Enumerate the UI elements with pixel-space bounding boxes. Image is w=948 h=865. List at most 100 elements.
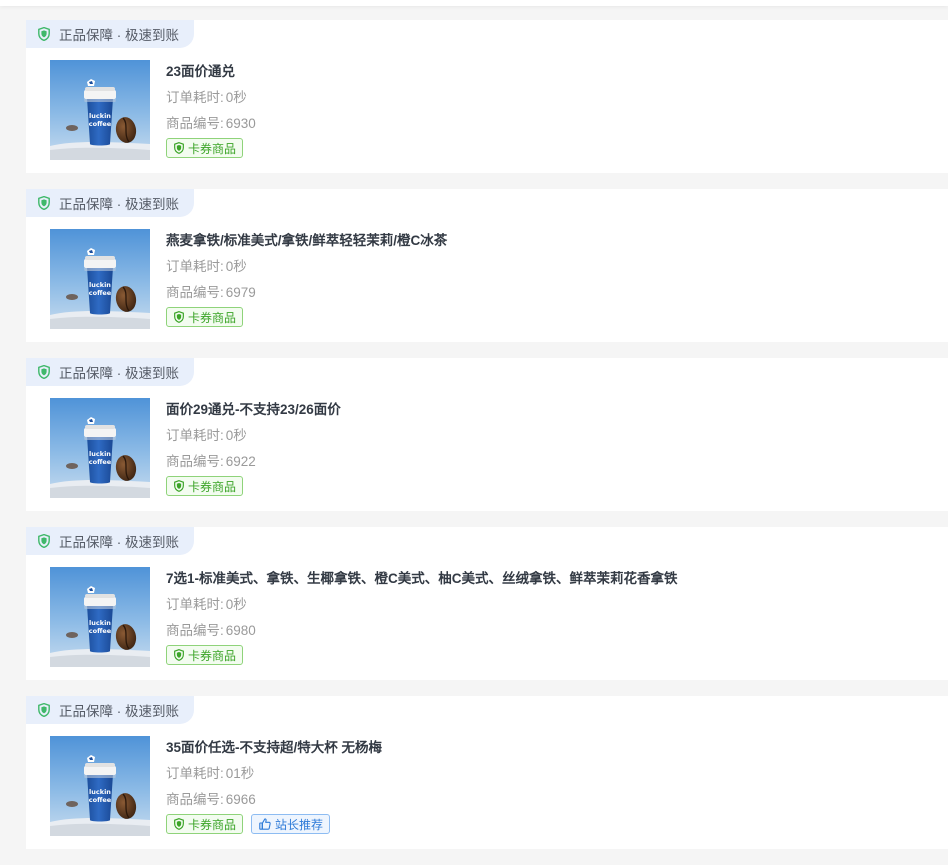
product-card[interactable]: 正品保障 · 极速到账 luckin coffee 面价29通兑-不支持23/26面价…: [26, 358, 948, 511]
product-info: 面价29通兑-不支持23/26面价 订单耗时: 0秒 商品编号: 6922 卡券商品: [166, 400, 928, 496]
product-id-row: 商品编号: 6922: [166, 452, 928, 472]
guarantee-tag-label: 正品保障 · 极速到账: [59, 535, 179, 550]
product-image[interactable]: luckin coffee: [50, 229, 150, 329]
svg-text:luckin: luckin: [89, 450, 111, 458]
order-time-label: 订单耗时:: [166, 90, 224, 105]
svg-text:coffee: coffee: [89, 289, 112, 297]
badge-row: 卡券商品 站长推荐: [166, 814, 928, 834]
badge-label: 卡券商品: [188, 648, 237, 663]
product-image[interactable]: luckin coffee: [50, 736, 150, 836]
product-id-row: 商品编号: 6979: [166, 283, 928, 303]
product-id-row: 商品编号: 6980: [166, 621, 928, 641]
order-time-row: 订单耗时: 01秒: [166, 764, 928, 784]
product-id-value: 6979: [225, 285, 256, 300]
product-card[interactable]: 正品保障 · 极速到账 luckin coffee 35面价任选-不支持超/特大杯 无…: [26, 696, 948, 849]
svg-text:coffee: coffee: [89, 458, 112, 466]
order-time-row: 订单耗时: 0秒: [166, 595, 928, 615]
product-title[interactable]: 23面价通兑: [166, 62, 928, 82]
product-title[interactable]: 面价29通兑-不支持23/26面价: [166, 400, 928, 420]
voucher-badge: 卡券商品: [166, 645, 244, 665]
svg-text:luckin: luckin: [89, 619, 111, 627]
product-id-row: 商品编号: 6966: [166, 790, 928, 810]
product-id-value: 6966: [225, 792, 256, 807]
recommend-badge: 站长推荐: [251, 814, 331, 834]
guarantee-tag-label: 正品保障 · 极速到账: [59, 366, 179, 381]
badge-label: 站长推荐: [275, 817, 324, 832]
product-info: 燕麦拿铁/标准美式/拿铁/鲜萃轻轻茉莉/橙C冰茶 订单耗时: 0秒 商品编号: 6979…: [166, 231, 928, 327]
product-id-label: 商品编号:: [166, 285, 224, 300]
order-time-row: 订单耗时: 0秒: [166, 257, 928, 277]
order-time-row: 订单耗时: 0秒: [166, 426, 928, 446]
badge-row: 卡券商品: [166, 476, 928, 496]
product-card[interactable]: 正品保障 · 极速到账 luckin coffee 燕麦拿铁/标准美式/拿铁/鲜萃轻轻…: [26, 189, 948, 342]
product-title[interactable]: 35面价任选-不支持超/特大杯 无杨梅: [166, 738, 928, 758]
product-image[interactable]: luckin coffee: [50, 60, 150, 160]
svg-text:luckin: luckin: [89, 788, 111, 796]
product-info: 7选1-标准美式、拿铁、生椰拿铁、橙C美式、柚C美式、丝绒拿铁、鲜萃茉莉花香拿铁…: [166, 569, 928, 665]
guarantee-tag-label: 正品保障 · 极速到账: [59, 197, 179, 212]
svg-text:luckin: luckin: [89, 281, 111, 289]
product-info: 35面价任选-不支持超/特大杯 无杨梅 订单耗时: 01秒 商品编号: 6966 卡券商品…: [166, 738, 928, 834]
product-id-label: 商品编号:: [166, 454, 224, 469]
badge-label: 卡券商品: [188, 479, 237, 494]
shield-icon: [38, 195, 50, 211]
shield-icon: [38, 702, 50, 718]
guarantee-tag: 正品保障 · 极速到账: [26, 20, 194, 48]
guarantee-tag-label: 正品保障 · 极速到账: [59, 28, 179, 43]
shield-icon: [174, 818, 188, 830]
shield-icon: [38, 364, 50, 380]
guarantee-tag: 正品保障 · 极速到账: [26, 358, 194, 386]
top-header-strip: [0, 0, 948, 6]
product-id-value: 6930: [225, 116, 256, 131]
product-id-label: 商品编号:: [166, 792, 224, 807]
order-time-label: 订单耗时:: [166, 766, 224, 781]
shield-icon: [174, 311, 188, 323]
svg-text:luckin: luckin: [89, 112, 111, 120]
product-title[interactable]: 7选1-标准美式、拿铁、生椰拿铁、橙C美式、柚C美式、丝绒拿铁、鲜萃茉莉花香拿铁: [166, 569, 928, 589]
shield-icon: [174, 480, 188, 492]
badge-label: 卡券商品: [188, 817, 237, 832]
product-image[interactable]: luckin coffee: [50, 567, 150, 667]
product-id-row: 商品编号: 6930: [166, 114, 928, 134]
guarantee-tag: 正品保障 · 极速到账: [26, 696, 194, 724]
badge-row: 卡券商品: [166, 138, 928, 158]
shield-icon: [38, 533, 50, 549]
shield-icon: [174, 142, 188, 154]
svg-text:coffee: coffee: [89, 796, 112, 804]
badge-row: 卡券商品: [166, 307, 928, 327]
guarantee-tag: 正品保障 · 极速到账: [26, 189, 194, 217]
order-time-label: 订单耗时:: [166, 259, 224, 274]
product-image[interactable]: luckin coffee: [50, 398, 150, 498]
product-card[interactable]: 正品保障 · 极速到账 luckin coffee 23面价通兑 订单耗时: 0秒 商品编号…: [26, 20, 948, 173]
order-time-label: 订单耗时:: [166, 428, 224, 443]
order-time-label: 订单耗时:: [166, 597, 224, 612]
badge-label: 卡券商品: [188, 310, 237, 325]
shield-icon: [38, 26, 50, 42]
order-time-value: 0秒: [225, 597, 247, 612]
order-time-value: 0秒: [225, 428, 247, 443]
badge-label: 卡券商品: [188, 141, 237, 156]
product-list: 正品保障 · 极速到账 luckin coffee 23面价通兑 订单耗时: 0秒 商品编号…: [26, 20, 948, 865]
svg-text:coffee: coffee: [89, 627, 112, 635]
svg-text:coffee: coffee: [89, 120, 112, 128]
product-id-label: 商品编号:: [166, 623, 224, 638]
product-card[interactable]: 正品保障 · 极速到账 luckin coffee 7选1-标准美式、拿铁、生椰拿铁、…: [26, 527, 948, 680]
badge-row: 卡券商品: [166, 645, 928, 665]
voucher-badge: 卡券商品: [166, 476, 244, 496]
guarantee-tag: 正品保障 · 极速到账: [26, 527, 194, 555]
shield-icon: [174, 649, 188, 661]
product-title[interactable]: 燕麦拿铁/标准美式/拿铁/鲜萃轻轻茉莉/橙C冰茶: [166, 231, 928, 251]
order-time-value: 0秒: [225, 90, 247, 105]
guarantee-tag-label: 正品保障 · 极速到账: [59, 704, 179, 719]
product-id-value: 6922: [225, 454, 256, 469]
voucher-badge: 卡券商品: [166, 307, 244, 327]
voucher-badge: 卡券商品: [166, 138, 244, 158]
product-id-label: 商品编号:: [166, 116, 224, 131]
thumbs-up-icon: [259, 818, 275, 830]
order-time-row: 订单耗时: 0秒: [166, 88, 928, 108]
product-info: 23面价通兑 订单耗时: 0秒 商品编号: 6930 卡券商品: [166, 62, 928, 158]
product-id-value: 6980: [225, 623, 256, 638]
order-time-value: 0秒: [225, 259, 247, 274]
voucher-badge: 卡券商品: [166, 814, 244, 834]
order-time-value: 01秒: [225, 766, 255, 781]
